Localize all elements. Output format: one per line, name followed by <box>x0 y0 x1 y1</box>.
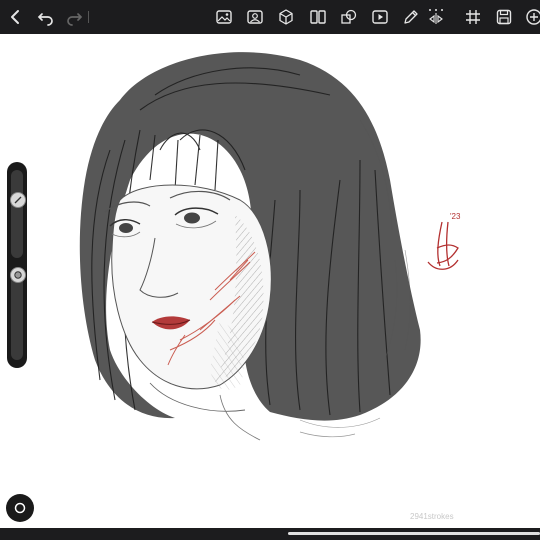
add-icon[interactable] <box>522 5 540 29</box>
brush-size-thumb[interactable] <box>10 192 26 208</box>
3d-icon[interactable] <box>274 5 298 29</box>
video-icon[interactable] <box>368 5 392 29</box>
opacity-thumb[interactable] <box>10 267 26 283</box>
back-icon[interactable] <box>4 5 28 29</box>
drawing-canvas[interactable]: '23 <box>0 34 540 528</box>
left-iris <box>119 223 133 233</box>
sketch-artwork: '23 <box>79 52 461 441</box>
circle-icon <box>14 502 26 514</box>
neck <box>219 394 261 441</box>
neck-line <box>299 431 356 438</box>
reference-icon[interactable] <box>243 5 267 29</box>
redo-icon[interactable] <box>62 5 86 29</box>
pen-icon[interactable] <box>399 5 423 29</box>
symmetry-icon[interactable] <box>424 4 448 28</box>
save-icon[interactable] <box>492 5 516 29</box>
gallery-icon[interactable] <box>212 5 236 29</box>
artist-signature <box>427 221 459 270</box>
grid-icon[interactable] <box>461 5 485 29</box>
top-toolbar <box>0 0 540 34</box>
brush-sidebar <box>7 162 27 368</box>
split-icon[interactable] <box>306 5 330 29</box>
stroke-count: 2941strokes <box>410 512 454 521</box>
signature-year: '23 <box>450 212 461 221</box>
modify-button[interactable] <box>6 494 34 522</box>
right-iris <box>184 212 200 224</box>
home-indicator[interactable] <box>288 532 540 535</box>
shape-icon[interactable] <box>337 5 361 29</box>
toolbar-divider <box>88 11 89 23</box>
brush-size-slider[interactable] <box>11 170 23 258</box>
undo-icon[interactable] <box>34 5 58 29</box>
